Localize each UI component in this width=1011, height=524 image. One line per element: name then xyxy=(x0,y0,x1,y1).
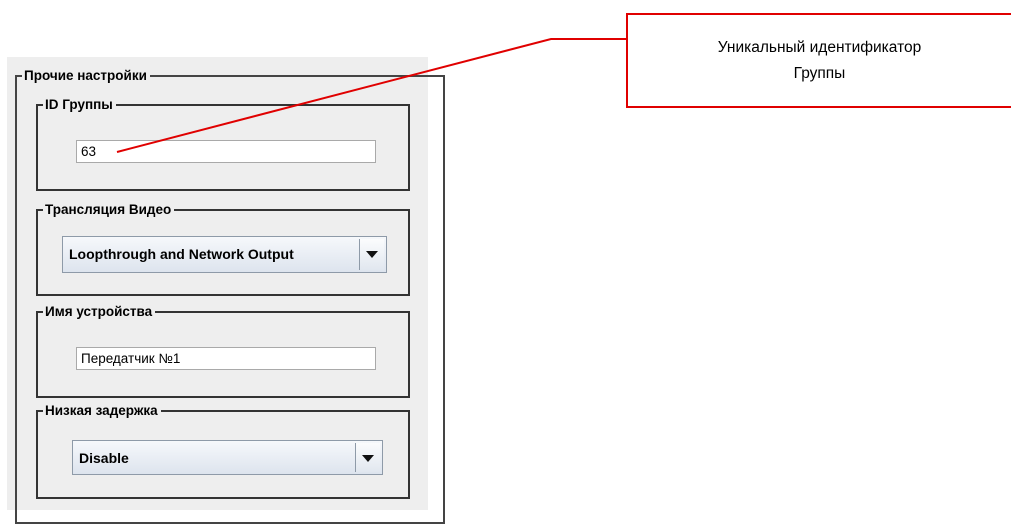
callout-line-1: Уникальный идентификатор xyxy=(717,39,922,56)
callout-pointer xyxy=(116,38,627,153)
callout-box: Уникальный идентификатор Группы xyxy=(626,13,1011,108)
callout-text: Уникальный идентификатор Группы xyxy=(628,35,1011,87)
callout-line-2: Группы xyxy=(793,65,846,82)
